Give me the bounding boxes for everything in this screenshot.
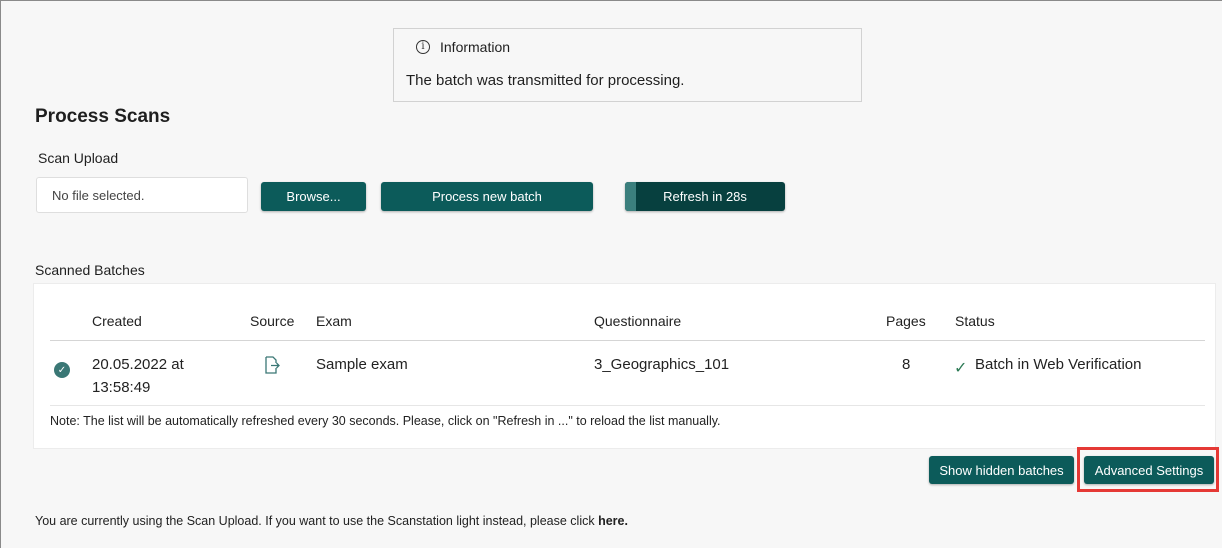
column-header-created[interactable]: Created <box>92 313 142 329</box>
batch-status: Batch in Web Verification <box>975 356 1142 373</box>
refresh-button[interactable]: Refresh in 28s <box>625 182 785 211</box>
file-selection-field[interactable]: No file selected. <box>36 177 248 213</box>
information-message: The batch was transmitted for processing… <box>406 72 685 89</box>
column-header-exam[interactable]: Exam <box>316 313 352 329</box>
column-header-status[interactable]: Status <box>955 313 995 329</box>
refresh-button-label: Refresh in 28s <box>663 189 747 204</box>
process-new-batch-button[interactable]: Process new batch <box>381 182 593 211</box>
page-title: Process Scans <box>35 106 171 127</box>
created-date: 20.05.2022 at <box>92 356 184 373</box>
column-header-pages[interactable]: Pages <box>886 313 926 329</box>
footer-text: You are currently using the Scan Upload.… <box>35 514 628 528</box>
checkmark-icon: ✓ <box>954 358 968 377</box>
scan-upload-label: Scan Upload <box>38 150 119 166</box>
column-header-source[interactable]: Source <box>250 313 294 329</box>
table-row-divider <box>50 405 1205 406</box>
questionnaire-name: 3_Geographics_101 <box>594 356 730 373</box>
browse-button[interactable]: Browse... <box>261 182 366 211</box>
table-header-divider <box>50 340 1205 341</box>
footer-message: You are currently using the Scan Upload.… <box>35 514 599 528</box>
advanced-settings-button[interactable]: Advanced Settings <box>1084 456 1214 484</box>
scanned-batches-label: Scanned Batches <box>35 262 145 278</box>
information-title: Information <box>440 39 511 55</box>
show-hidden-batches-button[interactable]: Show hidden batches <box>929 456 1074 484</box>
check-circle-icon: ✓ <box>54 362 70 378</box>
exam-name: Sample exam <box>316 356 408 373</box>
info-icon: i <box>416 40 430 54</box>
file-export-icon <box>265 356 280 374</box>
refresh-progress-fill <box>625 182 636 211</box>
refresh-note: Note: The list will be automatically ref… <box>50 414 721 428</box>
page-count: 8 <box>902 356 911 373</box>
information-box: i Information The batch was transmitted … <box>393 28 862 102</box>
scanstation-light-link[interactable]: here. <box>598 514 628 528</box>
created-time: 13:58:49 <box>92 379 151 396</box>
information-header: i Information <box>416 39 510 55</box>
column-header-questionnaire[interactable]: Questionnaire <box>594 313 681 329</box>
